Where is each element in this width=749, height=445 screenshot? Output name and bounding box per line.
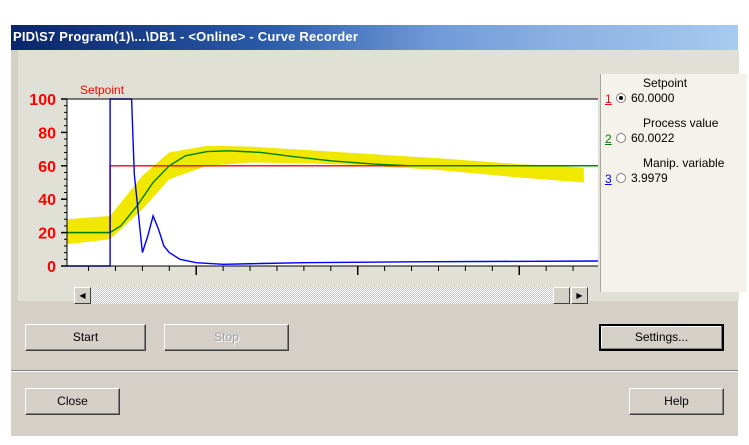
legend-value: 60.0000 — [631, 91, 675, 105]
legend-panel: Setpoint 1 60.0000 Process value 2 60.00… — [600, 74, 747, 292]
legend-value: 3.9979 — [631, 171, 668, 185]
y-tick-label: 0 — [47, 259, 56, 276]
scrollbar-thumb[interactable] — [553, 287, 570, 304]
curve-recorder-window: PID\S7 Program(1)\...\DB1 - <Online> - C… — [11, 25, 747, 436]
legend-radio[interactable] — [616, 93, 626, 103]
stop-button[interactable]: Stop — [164, 324, 289, 351]
legend-name: Manip. variable — [643, 156, 725, 170]
y-tick-label: 60 — [38, 159, 56, 176]
legend-number: 3 — [605, 172, 612, 186]
setpoint-annotation: Setpoint — [80, 83, 125, 97]
close-button[interactable]: Close — [25, 388, 120, 415]
scroll-left-button[interactable]: ◀ — [74, 287, 91, 304]
arrow-right-icon: ▶ — [576, 291, 583, 300]
scrollbar-track[interactable] — [74, 287, 588, 304]
legend-number: 1 — [605, 92, 612, 106]
legend-item-process-value[interactable]: Process value 2 60.0022 — [601, 116, 747, 156]
y-tick-label: 20 — [38, 226, 56, 243]
start-button[interactable]: Start — [25, 324, 146, 351]
plot-pane: 10080604020010:20:0010:20:3010:21:00Setp… — [18, 50, 747, 301]
y-tick-label: 40 — [38, 192, 56, 209]
legend-name: Process value — [643, 116, 719, 130]
scroll-right-button[interactable]: ▶ — [571, 287, 588, 304]
help-button[interactable]: Help — [629, 388, 724, 415]
legend-value: 60.0022 — [631, 131, 675, 145]
legend-radio[interactable] — [616, 133, 626, 143]
separator — [11, 370, 738, 372]
legend-name: Setpoint — [643, 76, 688, 90]
curve-chart: 10080604020010:20:0010:20:3010:21:00Setp… — [29, 83, 598, 300]
y-tick-label: 100 — [29, 92, 56, 109]
title-bar[interactable]: PID\S7 Program(1)\...\DB1 - <Online> - C… — [11, 25, 738, 50]
legend-item-manip-variable[interactable]: Manip. variable 3 3.9979 — [601, 156, 747, 196]
legend-number: 2 — [605, 132, 612, 146]
legend-item-setpoint[interactable]: Setpoint 1 60.0000 — [601, 76, 747, 116]
window-title: PID\S7 Program(1)\...\DB1 - <Online> - C… — [13, 29, 359, 44]
legend-radio[interactable] — [616, 173, 626, 183]
y-tick-label: 80 — [38, 125, 56, 142]
arrow-left-icon: ◀ — [79, 291, 86, 300]
time-scrollbar[interactable]: ◀ ▶ — [74, 287, 588, 304]
settings-button[interactable]: Settings... — [599, 324, 724, 351]
